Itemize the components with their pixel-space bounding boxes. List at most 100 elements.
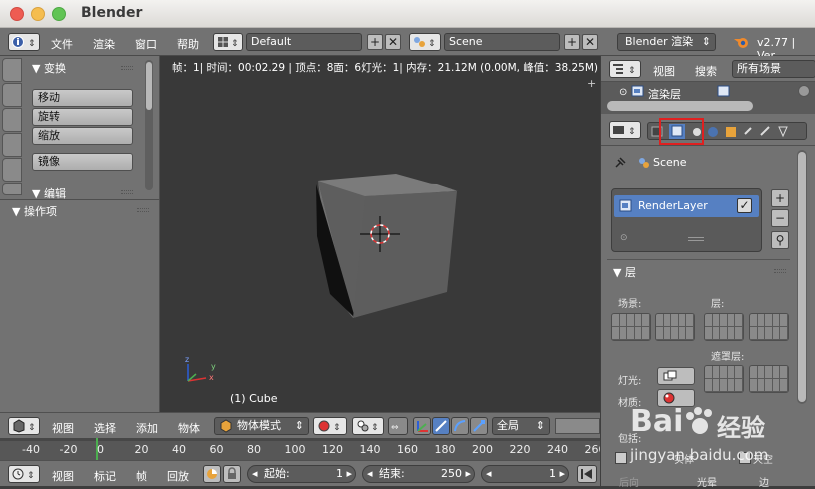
- remove-render-layer-button[interactable]: −: [771, 209, 789, 227]
- render-engine-select[interactable]: Blender 渲染 ⇕: [617, 33, 716, 51]
- scrollbar-thumb[interactable]: [146, 62, 152, 110]
- scene-field[interactable]: Scene: [444, 33, 560, 51]
- view-menu[interactable]: 视图: [52, 420, 74, 436]
- layer-cell[interactable]: [634, 314, 643, 327]
- layer-cell[interactable]: [735, 314, 743, 327]
- editor-type-properties-button[interactable]: ⇕: [609, 121, 641, 139]
- marker-menu[interactable]: 标记: [94, 468, 116, 484]
- outliner-search-menu[interactable]: 搜索: [695, 63, 717, 79]
- layer-cell[interactable]: [780, 379, 788, 392]
- expand-icon[interactable]: ⊙: [619, 87, 627, 98]
- layer-cell[interactable]: [712, 366, 721, 379]
- layer-cell[interactable]: [750, 314, 758, 327]
- menu-render[interactable]: 渲染: [93, 36, 115, 52]
- layer-cell[interactable]: [720, 327, 728, 340]
- layer-cell[interactable]: [750, 366, 758, 379]
- layer-cell[interactable]: [757, 314, 766, 327]
- layers-panel-header[interactable]: ▼ 层: [613, 264, 636, 280]
- scene-layers-grid-2[interactable]: [655, 313, 695, 341]
- layer-cell[interactable]: [712, 379, 721, 392]
- layer-cell[interactable]: [612, 314, 620, 327]
- mask-layers-grid-2[interactable]: [749, 365, 789, 393]
- panel-grip[interactable]: [774, 269, 786, 273]
- add-layout-button[interactable]: +: [367, 34, 383, 50]
- rotate-manipulator-button[interactable]: [451, 417, 469, 435]
- mode-select[interactable]: 物体模式 ⇕: [214, 417, 309, 435]
- playback-menu[interactable]: 回放: [167, 468, 189, 484]
- layer-cell[interactable]: [612, 327, 620, 340]
- tab-physics[interactable]: [2, 158, 22, 182]
- menu-window[interactable]: 窗口: [135, 36, 157, 52]
- mirror-button[interactable]: 镜像: [32, 153, 133, 171]
- panel-grip[interactable]: [137, 208, 149, 212]
- current-frame-field[interactable]: ◂ 1 ▸: [481, 465, 569, 483]
- layer-cell[interactable]: [686, 327, 694, 340]
- layer-cell[interactable]: [735, 366, 743, 379]
- 3d-viewport[interactable]: 帧：1| 时间：00:02.29 | 顶点：8面：6灯光：1| 内存：21.12…: [160, 56, 600, 412]
- timeline-ruler[interactable]: -40 -20 0 20 40 60 80 100 120 140 160 180 200 220 240 2…: [0, 438, 606, 460]
- layer-cell[interactable]: [772, 314, 781, 327]
- layer-cell[interactable]: [619, 314, 628, 327]
- editor-type-button[interactable]: ⇕: [8, 33, 40, 51]
- layer-cell[interactable]: [727, 379, 736, 392]
- layer-cell[interactable]: [750, 379, 758, 392]
- layer-cell[interactable]: [642, 327, 650, 340]
- transform-panel-header[interactable]: ▼ 变换: [32, 60, 66, 76]
- pivot-select[interactable]: ⇕: [352, 417, 384, 435]
- include-checkbox-1[interactable]: [615, 452, 627, 464]
- layer-cell[interactable]: [678, 314, 687, 327]
- lock-range-button[interactable]: [223, 465, 241, 483]
- layer-cell[interactable]: [757, 379, 766, 392]
- layer-cell[interactable]: [765, 327, 773, 340]
- layer-cell[interactable]: [772, 327, 781, 340]
- add-scene-button[interactable]: +: [564, 34, 580, 50]
- menu-help[interactable]: 帮助: [177, 36, 199, 52]
- layer-cell[interactable]: [705, 366, 713, 379]
- menu-file[interactable]: 文件: [51, 36, 73, 52]
- tab-relations[interactable]: [2, 108, 22, 132]
- layer-cell[interactable]: [765, 366, 773, 379]
- layer-cell[interactable]: [757, 366, 766, 379]
- layer-cell[interactable]: [772, 379, 781, 392]
- layer-cell[interactable]: [678, 327, 687, 340]
- panel-grip[interactable]: [121, 66, 133, 70]
- layer-cell[interactable]: [656, 314, 664, 327]
- add-menu[interactable]: 添加: [136, 420, 158, 436]
- layer-cell[interactable]: [705, 314, 713, 327]
- pin-icon[interactable]: [613, 156, 627, 170]
- outliner-view-menu[interactable]: 视图: [653, 63, 675, 79]
- tab-grease-pencil[interactable]: [2, 183, 22, 195]
- layer-cell[interactable]: [727, 314, 736, 327]
- layer-cell[interactable]: [772, 366, 781, 379]
- layer-cell[interactable]: [663, 314, 672, 327]
- left-arrow-icon[interactable]: ◂: [486, 466, 492, 482]
- include-checkbox-2[interactable]: [739, 452, 751, 464]
- right-arrow-icon[interactable]: ▸: [465, 466, 471, 482]
- render-layer-row[interactable]: RenderLayer ✓: [614, 195, 759, 217]
- layer-cell[interactable]: [780, 366, 788, 379]
- layer-cell[interactable]: [727, 366, 736, 379]
- translate-manipulator-button[interactable]: [432, 417, 450, 435]
- tab-animation[interactable]: [2, 133, 22, 157]
- restrict-toggle[interactable]: [798, 85, 810, 97]
- tab-create[interactable]: [2, 83, 22, 107]
- layer-cell[interactable]: [765, 379, 773, 392]
- layer-cell[interactable]: [712, 314, 721, 327]
- layer-cell[interactable]: [705, 379, 713, 392]
- timeline-view-menu[interactable]: 视图: [52, 468, 74, 484]
- pin-layer-button[interactable]: ⚲: [771, 231, 789, 249]
- right-arrow-icon[interactable]: ▸: [346, 466, 352, 482]
- add-render-layer-button[interactable]: +: [771, 189, 789, 207]
- layer-cell[interactable]: [765, 314, 773, 327]
- layer-cell[interactable]: [627, 327, 635, 340]
- rotate-button[interactable]: 旋转: [32, 108, 133, 126]
- layer-cell[interactable]: [720, 366, 728, 379]
- scene-picker-button[interactable]: ⇕: [409, 33, 441, 51]
- outliner-scrollbar[interactable]: [607, 101, 753, 111]
- mask-layers-grid-1[interactable]: [704, 365, 744, 393]
- object-menu[interactable]: 物体: [178, 420, 200, 436]
- editor-type-timeline-button[interactable]: ⇕: [8, 465, 40, 483]
- layer-cell[interactable]: [780, 327, 788, 340]
- layer-cell[interactable]: [686, 314, 694, 327]
- layer-cell[interactable]: [656, 327, 664, 340]
